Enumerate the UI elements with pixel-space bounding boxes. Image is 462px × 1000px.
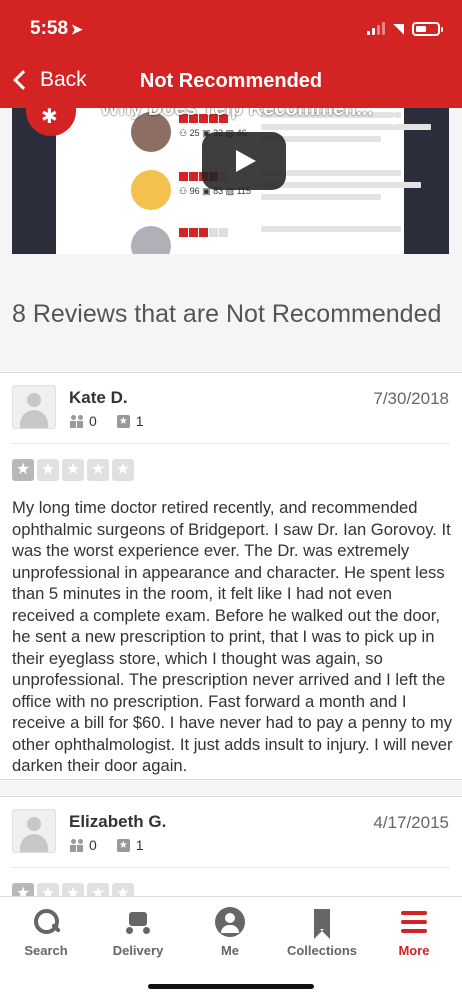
tab-me[interactable]: Me bbox=[184, 907, 276, 958]
play-button[interactable] bbox=[202, 132, 286, 190]
tab-collections[interactable]: Collections bbox=[276, 907, 368, 958]
wifi-icon: ◥ bbox=[393, 20, 404, 36]
friends-icon bbox=[70, 838, 84, 852]
reviewer-avatar bbox=[131, 226, 171, 254]
video-row bbox=[131, 226, 431, 254]
battery-icon bbox=[412, 21, 443, 36]
more-options-icon[interactable]: ⋮ bbox=[385, 108, 403, 129]
mini-star-icon bbox=[179, 228, 188, 237]
collections-icon bbox=[307, 907, 337, 939]
tab-label: Me bbox=[220, 943, 240, 958]
divider bbox=[12, 443, 450, 444]
reviewer-avatar bbox=[131, 170, 171, 210]
mini-stars bbox=[179, 228, 228, 237]
tab-more[interactable]: More bbox=[368, 907, 460, 958]
star-icon: ★ bbox=[12, 883, 34, 896]
me-icon bbox=[215, 907, 245, 937]
avatar[interactable] bbox=[12, 385, 56, 429]
review-card: Elizabeth G. 4/17/2015 0 ★ 1 ★ ★ ★ ★ ★ bbox=[0, 796, 462, 896]
mini-star-icon bbox=[199, 228, 208, 237]
mini-star-icon bbox=[189, 228, 198, 237]
search-icon bbox=[31, 907, 61, 937]
tab-label: More bbox=[398, 943, 430, 958]
location-arrow-icon: ➤ bbox=[71, 21, 83, 37]
star-rating: ★ ★ ★ ★ ★ bbox=[12, 459, 134, 481]
friend-count: 0 bbox=[89, 837, 97, 853]
review-card: Kate D. 7/30/2018 0 ★ 1 ★ ★ ★ ★ ★ My long ti… bbox=[0, 372, 462, 780]
divider bbox=[12, 867, 450, 868]
star-rating: ★ ★ ★ ★ ★ bbox=[12, 883, 134, 896]
tab-label: Delivery bbox=[112, 943, 164, 958]
reviewer-name[interactable]: Kate D. bbox=[69, 388, 128, 408]
tab-label: Search bbox=[24, 943, 68, 958]
review-text: My long time doctor retired recently, an… bbox=[12, 498, 453, 775]
reviewer-stats: 0 ★ 1 bbox=[70, 413, 144, 429]
star-icon: ★ bbox=[112, 459, 134, 481]
tab-label: Collections bbox=[286, 943, 358, 958]
reviewer-name[interactable]: Elizabeth G. bbox=[69, 812, 166, 832]
mini-star-icon bbox=[219, 228, 228, 237]
star-icon: ★ bbox=[87, 459, 109, 481]
star-icon: ★ bbox=[12, 459, 34, 481]
nav-bar: Back Not Recommended bbox=[0, 56, 462, 108]
tab-delivery[interactable]: Delivery bbox=[92, 907, 184, 958]
home-indicator bbox=[148, 984, 314, 989]
mini-star-icon bbox=[189, 172, 198, 181]
friends-icon bbox=[70, 414, 84, 428]
status-bar: 5:58 ➤ ◥ bbox=[0, 0, 462, 56]
video-player[interactable]: ⚇ 25 ▣ 32 ▨ 46 ⚇ 96 ▣ 83 ▨ 115 Why Does … bbox=[12, 108, 449, 254]
section-title: 8 Reviews that are Not Recommended bbox=[12, 300, 442, 328]
star-icon: ★ bbox=[37, 459, 59, 481]
status-icons: ◥ bbox=[367, 20, 443, 37]
star-icon: ★ bbox=[62, 883, 84, 896]
menu-icon bbox=[399, 907, 429, 937]
star-icon: ★ bbox=[87, 883, 109, 896]
friend-count: 0 bbox=[89, 413, 97, 429]
video-title: Why Does Yelp Recommen... bbox=[100, 108, 374, 120]
avatar[interactable] bbox=[12, 809, 56, 853]
placeholder-bars bbox=[261, 226, 401, 238]
status-time: 5:58 ➤ bbox=[30, 18, 83, 40]
page-content: ⚇ 25 ▣ 32 ▨ 46 ⚇ 96 ▣ 83 ▨ 115 Why Does … bbox=[0, 108, 462, 896]
review-date: 7/30/2018 bbox=[373, 389, 449, 408]
star-icon: ★ bbox=[37, 883, 59, 896]
time-text: 5:58 bbox=[30, 18, 69, 39]
review-count: 1 bbox=[135, 837, 144, 853]
review-count-icon: ★ bbox=[116, 414, 130, 428]
page-title: Not Recommended bbox=[139, 70, 323, 92]
review-count-icon: ★ bbox=[116, 838, 130, 852]
star-icon: ★ bbox=[112, 883, 134, 896]
mini-star-icon bbox=[179, 172, 188, 181]
review-date: 4/17/2015 bbox=[373, 813, 449, 832]
reviewer-stats: 0 ★ 1 bbox=[70, 837, 144, 853]
delivery-icon bbox=[123, 907, 153, 937]
mini-star-icon bbox=[209, 228, 218, 237]
review-count: 1 bbox=[135, 413, 144, 429]
tab-search[interactable]: Search bbox=[0, 907, 92, 958]
signal-icon bbox=[367, 22, 386, 35]
star-icon: ★ bbox=[62, 459, 84, 481]
